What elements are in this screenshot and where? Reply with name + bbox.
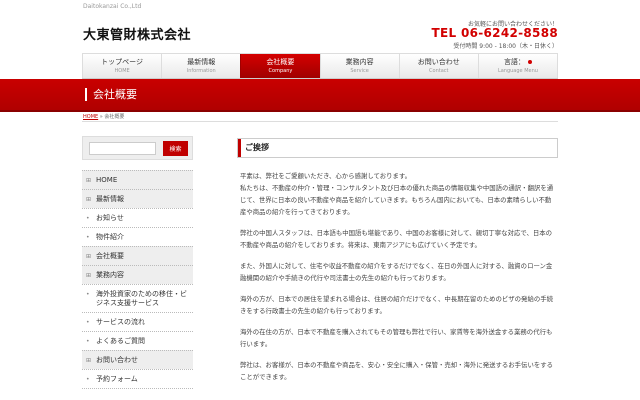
nav-label: 会社概要 bbox=[266, 58, 295, 66]
nav-label: 業務内容 bbox=[345, 58, 374, 66]
bullet-icon: • bbox=[86, 338, 90, 345]
side-item-label: お知らせ bbox=[96, 214, 124, 222]
bullet-icon: • bbox=[86, 376, 90, 383]
main-nav: トップページ HOME 最新情報 Information 会社概要 Compan… bbox=[82, 53, 559, 79]
side-item-label: 海外投資家のための移住・ビジネス支援サービス bbox=[96, 290, 187, 307]
search-button[interactable]: 検索 bbox=[163, 141, 188, 156]
phone-number[interactable]: TEL 06-6242-8588 bbox=[432, 26, 558, 40]
nav-sublabel: Company bbox=[268, 68, 293, 74]
greeting-paragraph: 弊社は、お客様が、日本の不動産や商品を、安心・安全に購入・保管・売却・海外に発送… bbox=[240, 361, 554, 381]
nav-sublabel: HOME bbox=[114, 68, 130, 74]
nav-label: トップページ bbox=[101, 58, 144, 66]
breadcrumb: HOME » 会社概要 bbox=[83, 113, 124, 120]
nav-label-wrap: 言語： bbox=[479, 58, 557, 67]
nav-item-company[interactable]: 会社概要 Company bbox=[240, 54, 320, 78]
greeting-paragraph: 海外の在住の方が、日本で不動産を購入されてもその管理も弊社で行い、家賃等を海外送… bbox=[240, 328, 553, 348]
expand-icon: ⊞ bbox=[86, 272, 92, 279]
company-english-name: Daitokanzai Co.,Ltd bbox=[83, 3, 142, 10]
expand-icon: ⊞ bbox=[86, 357, 92, 364]
divider bbox=[82, 121, 558, 122]
side-item-label: 物件紹介 bbox=[96, 233, 124, 241]
bullet-icon: • bbox=[86, 319, 90, 326]
search-input[interactable] bbox=[89, 142, 156, 155]
section-title: ご挨拶 bbox=[237, 138, 558, 158]
greeting-paragraph: 平素は、弊社をご愛顧いただき、心から感謝しております。 私たちは、不動産の仲介・… bbox=[240, 172, 554, 216]
side-item-company[interactable]: ⊞ 会社概要 bbox=[82, 246, 193, 265]
side-item-label: よくあるご質問 bbox=[96, 337, 145, 345]
nav-item-language[interactable]: 言語： Language Menu bbox=[477, 54, 559, 78]
nav-label: 言語： bbox=[503, 58, 525, 66]
bullet-icon: • bbox=[86, 234, 90, 241]
side-item-service[interactable]: ⊞ 業務内容 bbox=[82, 265, 193, 284]
side-item-overseas-support[interactable]: • 海外投資家のための移住・ビジネス支援サービス bbox=[82, 284, 193, 312]
page-title: 会社概要 bbox=[85, 88, 137, 101]
greeting-paragraph: 弊社の中国人スタッフは、日本語も中国語も堪能であり、中国のお客様に対して、親切丁… bbox=[240, 229, 553, 249]
expand-icon: ⊞ bbox=[86, 253, 92, 260]
side-item-label: お問い合わせ bbox=[96, 356, 138, 364]
bullet-icon: • bbox=[86, 291, 90, 298]
greeting-paragraph: また、外国人に対して、住宅や収益不動産の紹介をするだけでなく、在日の外国人に対す… bbox=[240, 262, 553, 282]
expand-icon: ⊞ bbox=[86, 177, 92, 184]
side-item-faq[interactable]: • よくあるご質問 bbox=[82, 331, 193, 350]
side-item-label: 予約フォーム bbox=[96, 375, 138, 383]
side-item-label: 会社概要 bbox=[96, 252, 124, 260]
breadcrumb-separator: » bbox=[99, 114, 103, 120]
japan-flag-icon bbox=[527, 60, 532, 64]
nav-sublabel: Information bbox=[186, 68, 216, 74]
side-item-label: 最新情報 bbox=[96, 195, 124, 203]
nav-sublabel: Contact bbox=[429, 68, 449, 74]
bullet-icon: • bbox=[86, 215, 90, 222]
side-item-reservation[interactable]: • 予約フォーム bbox=[82, 369, 193, 389]
page-banner: 会社概要 bbox=[0, 79, 640, 112]
business-hours: 受付時間 9:00 - 18:00（木・日休く） bbox=[453, 43, 558, 50]
nav-item-home[interactable]: トップページ HOME bbox=[82, 54, 161, 78]
side-item-label: サービスの流れ bbox=[96, 318, 145, 326]
breadcrumb-current: 会社概要 bbox=[104, 114, 125, 120]
nav-item-contact[interactable]: お問い合わせ Contact bbox=[398, 54, 478, 78]
nav-item-service[interactable]: 業務内容 Service bbox=[319, 54, 399, 78]
site-logo[interactable]: 大東管財株式会社 bbox=[83, 24, 191, 43]
side-item-information[interactable]: ⊞ 最新情報 bbox=[82, 189, 193, 208]
side-item-news[interactable]: • お知らせ bbox=[82, 208, 193, 227]
side-item-properties[interactable]: • 物件紹介 bbox=[82, 227, 193, 246]
main-content: ご挨拶 平素は、弊社をご愛顧いただき、心から感謝しております。 私たちは、不動産… bbox=[237, 138, 558, 383]
breadcrumb-home-link[interactable]: HOME bbox=[83, 114, 98, 120]
greeting-paragraph: 海外の方が、日本での居住を望まれる場合は、住居の紹介だけでなく、中長期在留のため… bbox=[240, 295, 554, 315]
side-item-home[interactable]: ⊞ HOME bbox=[82, 170, 193, 189]
side-item-contact[interactable]: ⊞ お問い合わせ bbox=[82, 350, 193, 369]
search-box: 検索 bbox=[82, 136, 193, 160]
expand-icon: ⊞ bbox=[86, 196, 92, 203]
side-item-label: 業務内容 bbox=[96, 271, 124, 279]
nav-label: お問い合わせ bbox=[417, 58, 460, 66]
side-menu: ⊞ HOME ⊞ 最新情報 • お知らせ • 物件紹介 ⊞ 会社概要 ⊞ 業務内… bbox=[82, 170, 193, 389]
side-item-service-flow[interactable]: • サービスの流れ bbox=[82, 312, 193, 331]
nav-item-information[interactable]: 最新情報 Information bbox=[161, 54, 240, 78]
side-item-label: HOME bbox=[96, 176, 118, 184]
nav-sublabel: Language Menu bbox=[497, 68, 538, 74]
nav-sublabel: Service bbox=[350, 68, 369, 74]
nav-label: 最新情報 bbox=[187, 58, 216, 66]
